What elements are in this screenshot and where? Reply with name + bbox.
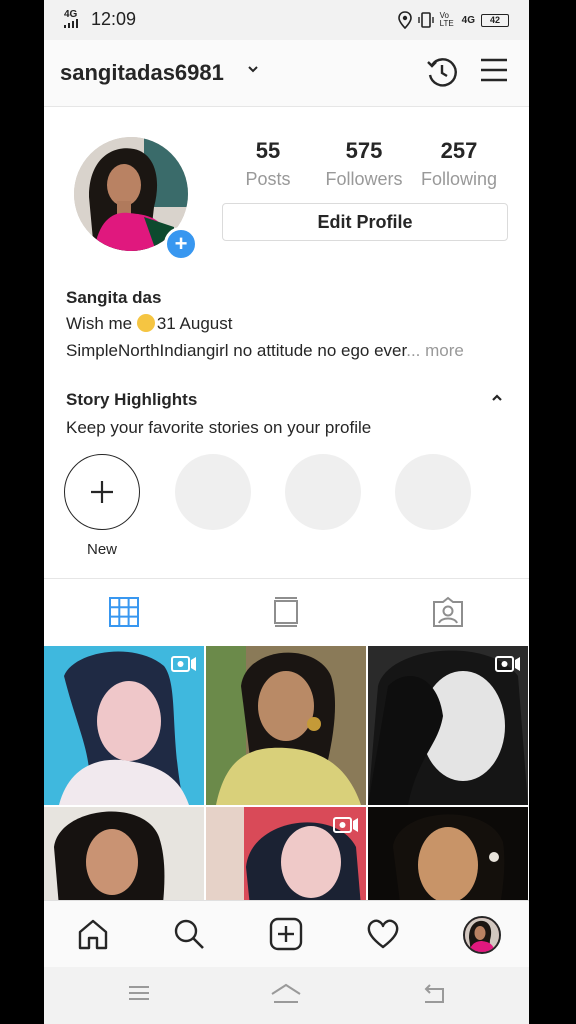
home-button-icon[interactable] <box>270 983 302 1005</box>
posts-count: 55 <box>255 138 281 163</box>
add-post-icon[interactable] <box>269 917 303 951</box>
bio-text-suffix: 31 August <box>156 314 233 333</box>
feed-icon[interactable] <box>271 596 301 628</box>
profile-name: Sangita das <box>66 288 162 307</box>
highlight-placeholder <box>285 454 361 530</box>
network-type-2: 4G <box>461 14 475 26</box>
edit-profile-button[interactable]: Edit Profile <box>222 203 508 241</box>
profile-header: sangitadas6981 <box>44 40 529 107</box>
volte-label: Vo LTE <box>439 11 454 28</box>
chevron-down-icon[interactable] <box>247 64 259 74</box>
network-indicator: 4G <box>64 10 78 30</box>
following-count: 257 <box>440 138 478 163</box>
story-highlights-subtitle: Keep your favorite stories on your profi… <box>66 418 372 437</box>
bio-line-2: SimpleNorthIndiangirl no attitude no ego… <box>66 341 464 361</box>
post-thumbnail[interactable] <box>44 646 204 805</box>
location-icon <box>397 11 412 29</box>
followers-count: 575 <box>345 138 383 163</box>
profile-tab-avatar[interactable] <box>463 916 501 954</box>
bio-text-prefix: Wish me <box>66 314 137 333</box>
tagged-icon[interactable] <box>432 596 464 628</box>
clock: 12:09 <box>91 9 137 29</box>
plus-icon <box>91 481 113 503</box>
status-bar: 4G 12:09 Vo LTE 4G 42 <box>44 0 529 40</box>
followers-label: Followers <box>325 169 403 189</box>
bio-line-1: Wish me 31 August <box>66 314 232 334</box>
highlight-placeholder <box>175 454 251 530</box>
archive-history-icon[interactable] <box>425 55 459 89</box>
activity-heart-icon[interactable] <box>366 917 400 951</box>
username-title[interactable]: sangitadas6981 <box>60 60 224 86</box>
signal-icon <box>64 19 78 28</box>
vibrate-icon <box>417 12 434 28</box>
new-highlight-label: New <box>86 541 117 558</box>
stat-followers[interactable]: 575 Followers <box>319 138 409 194</box>
post-thumbnail[interactable] <box>368 646 528 805</box>
new-highlight-button[interactable] <box>64 454 140 530</box>
recents-icon[interactable] <box>127 983 151 1003</box>
system-navigation-bar <box>44 967 529 1024</box>
add-story-button[interactable]: + <box>164 227 198 261</box>
video-icon <box>333 817 358 833</box>
video-icon <box>495 656 520 672</box>
highlight-placeholder <box>395 454 471 530</box>
menu-icon[interactable] <box>479 57 509 83</box>
post-image <box>206 646 366 805</box>
cake-emoji-icon <box>136 314 155 332</box>
battery-indicator: 42 <box>481 13 509 27</box>
post-thumbnail[interactable] <box>206 646 366 805</box>
search-icon[interactable] <box>172 917 206 951</box>
chevron-up-icon[interactable] <box>490 392 504 404</box>
back-icon[interactable] <box>421 983 447 1005</box>
grid-icon[interactable] <box>108 596 140 628</box>
status-icons: Vo LTE 4G 42 <box>397 9 509 31</box>
avatar-photo <box>465 918 499 952</box>
bio-text: SimpleNorthIndiangirl no attitude no ego… <box>66 341 407 360</box>
story-highlights-title: Story Highlights <box>66 390 198 409</box>
posts-label: Posts <box>245 169 291 189</box>
bio-more-link[interactable]: ... more <box>406 341 464 360</box>
instagram-profile-screen: 4G 12:09 Vo LTE 4G 42 sangitadas6981 + 5… <box>44 0 529 1024</box>
home-icon[interactable] <box>76 917 110 951</box>
bottom-navigation <box>44 900 529 967</box>
stat-following[interactable]: 257 Following <box>416 138 502 194</box>
following-label: Following <box>420 169 498 189</box>
profile-tabs <box>44 578 529 645</box>
video-icon <box>171 656 196 672</box>
stat-posts[interactable]: 55 Posts <box>239 138 297 194</box>
